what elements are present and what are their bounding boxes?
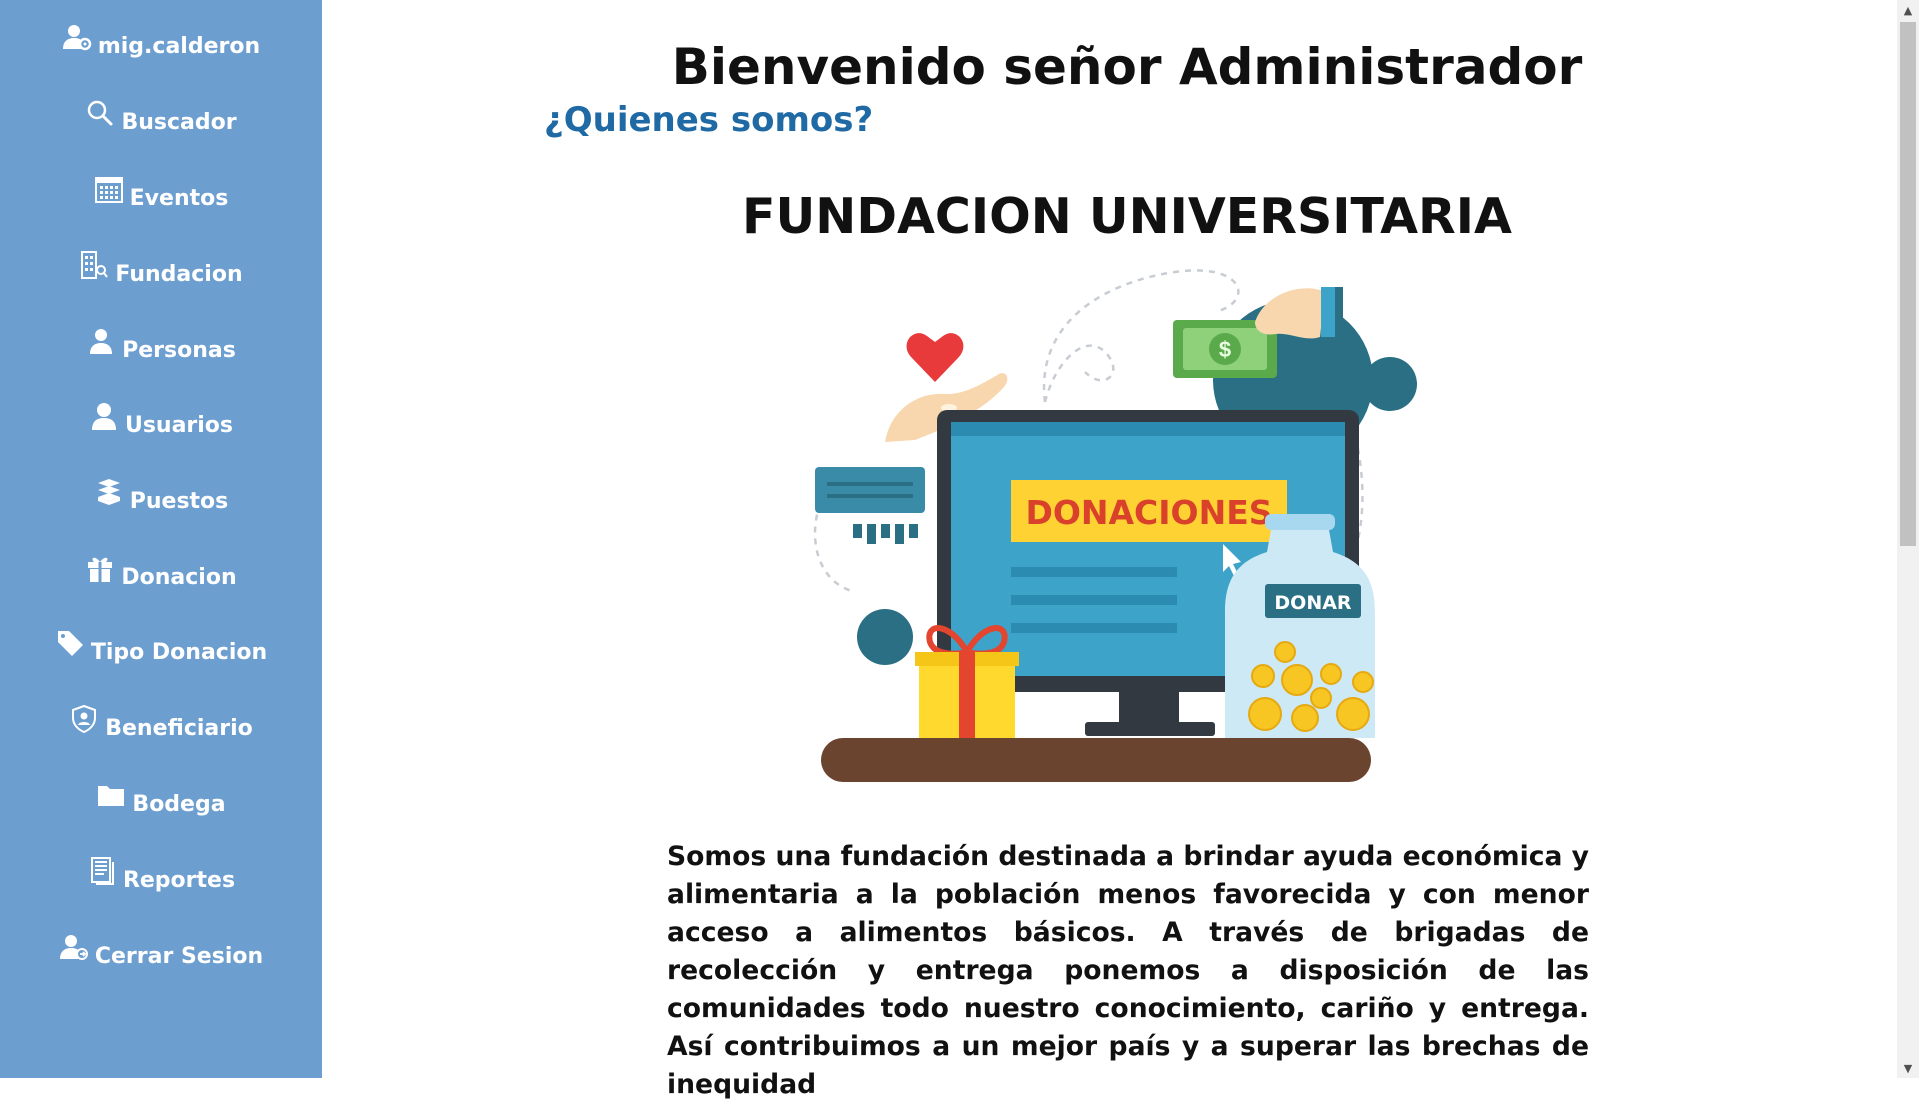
shield-user-icon (72, 704, 97, 734)
sidebar-item-label: Puestos (129, 489, 229, 514)
page-title: Bienvenido señor Administrador (671, 38, 1583, 96)
shelf (821, 738, 1371, 782)
jar-label: DONAR (1274, 592, 1352, 614)
folder-icon (98, 786, 125, 806)
boxes-icon (97, 479, 120, 505)
sidebar-item-label: Eventos (129, 186, 229, 211)
sidebar-item-label: Fundacion (115, 262, 243, 287)
small-circle (1363, 357, 1417, 411)
sidebar-item-label: Beneficiario (105, 716, 253, 741)
scroll-down-arrow-icon[interactable]: ▼ (1897, 1058, 1919, 1078)
sidebar-item-cerrar-sesion[interactable]: Cerrar Sesion (0, 922, 322, 972)
sidebar-item-donacion[interactable]: Donacion (0, 543, 322, 593)
user-logout-icon (59, 935, 88, 960)
document-icon (90, 857, 114, 885)
sidebar-item-label: Personas (122, 338, 236, 363)
calendar-icon (94, 177, 123, 203)
sidebar-item-fundacion[interactable]: Fundacion (0, 240, 322, 290)
vertical-scrollbar[interactable]: ▲ ▼ (1897, 0, 1919, 1078)
about-paragraph: Somos una fundación destinada a brindar … (667, 841, 1589, 1100)
svg-text:$: $ (1219, 337, 1231, 362)
sidebar-item-label: Reportes (122, 868, 236, 893)
sidebar-item-label: Donacion (121, 565, 237, 590)
building-icon (81, 251, 109, 279)
sidebar-item-eventos[interactable]: Eventos (0, 164, 322, 214)
user-icon (91, 403, 116, 430)
organization-title: FUNDACION UNIVERSITARIA (742, 188, 1512, 245)
sidebar: mig.calderon Buscador Eventos Fundacion (0, 0, 322, 1078)
about-us-link[interactable]: ¿Quienes somos? (544, 100, 873, 140)
search-icon (88, 100, 113, 126)
chat-bubble (815, 467, 925, 544)
sidebar-item-puestos[interactable]: Puestos (0, 467, 322, 517)
tag-icon (57, 631, 83, 656)
left-circle (857, 609, 913, 665)
sidebar-item-buscador[interactable]: Buscador (0, 88, 322, 138)
sidebar-item-reportes[interactable]: Reportes (0, 846, 322, 896)
person-icon (90, 329, 113, 354)
sidebar-item-label: Buscador (121, 110, 237, 135)
sidebar-item-label: Bodega (132, 792, 226, 817)
sidebar-item-tipo-donacion[interactable]: Tipo Donacion (0, 618, 322, 668)
sidebar-item-label: mig.calderon (97, 34, 261, 59)
scrollbar-thumb[interactable] (1900, 22, 1916, 546)
sidebar-item-beneficiario[interactable]: Beneficiario (0, 694, 322, 744)
sidebar-item-label: Cerrar Sesion (94, 944, 264, 969)
user-settings-icon (62, 25, 92, 51)
sidebar-item-label: Usuarios (124, 413, 234, 438)
gift-icon (88, 557, 113, 582)
sidebar-item-bodega[interactable]: Bodega (0, 770, 322, 820)
sidebar-item-personas[interactable]: Personas (0, 316, 322, 366)
main-content: Bienvenido señor Administrador ¿Quienes … (322, 0, 1897, 1100)
sidebar-item-label: Tipo Donacion (90, 640, 268, 665)
sidebar-item-usuarios[interactable]: Usuarios (0, 391, 322, 441)
scroll-up-arrow-icon[interactable]: ▲ (1897, 0, 1919, 20)
sidebar-item-user-profile[interactable]: mig.calderon (0, 12, 322, 62)
donations-illustration: $ DONACIONES DONAR (813, 269, 1417, 782)
donaciones-banner-text: DONACIONES (1025, 493, 1272, 532)
